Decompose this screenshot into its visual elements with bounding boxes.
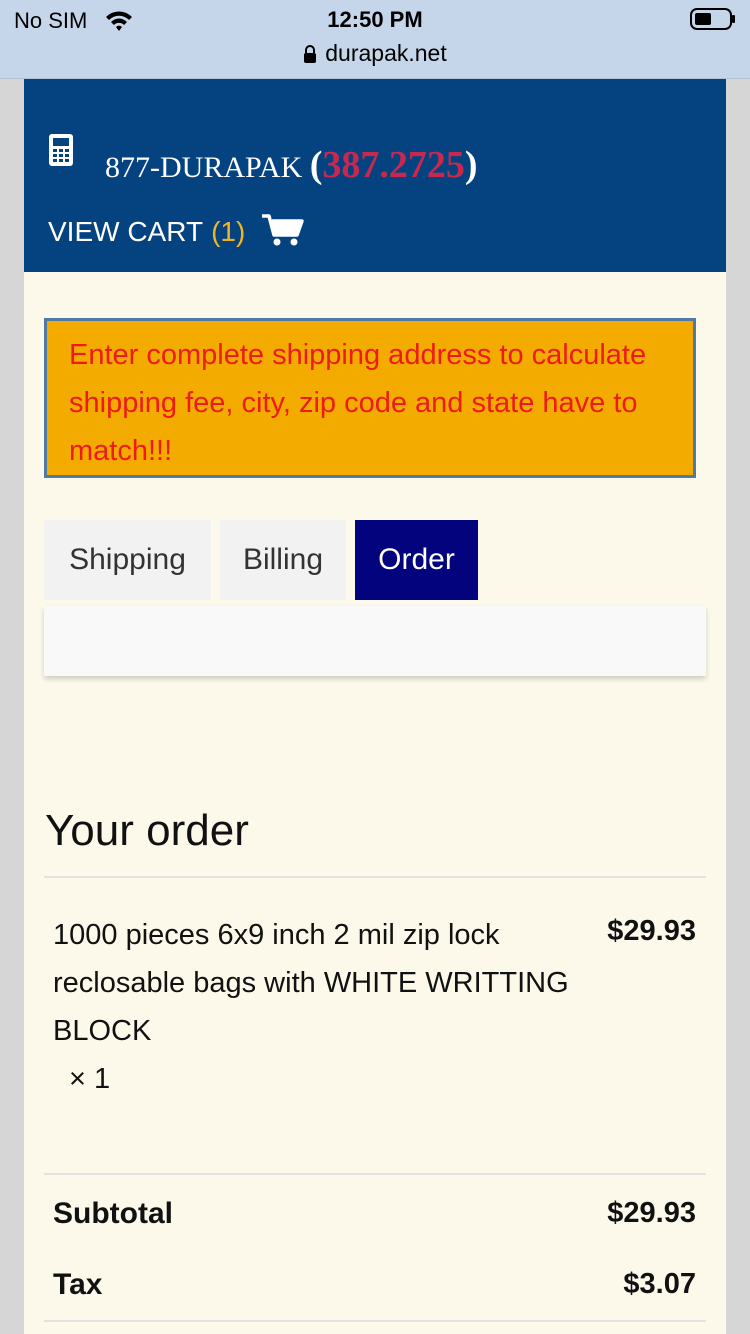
phone-number-link[interactable]: 877-DURAPAK (387.2725) <box>105 143 478 187</box>
page-content: 877-DURAPAK (387.2725) VIEW CART (1) Ente… <box>24 79 726 1334</box>
shipping-notice: Enter complete shipping address to calcu… <box>44 318 696 478</box>
phone-icon <box>49 134 73 166</box>
cart-icon <box>262 214 304 246</box>
phone-prefix: 877-DURAPAK <box>105 151 310 184</box>
cart-count: (1) <box>211 216 246 247</box>
clock-time: 12:50 PM <box>327 7 423 32</box>
view-cart-link[interactable]: VIEW CART (1) <box>48 213 305 248</box>
divider <box>44 1173 706 1175</box>
tax-value: $3.07 <box>623 1268 696 1300</box>
phone-paren-open: ( <box>309 144 323 186</box>
item-quantity: × 1 <box>69 1063 111 1095</box>
tax-label: Tax <box>53 1268 103 1301</box>
phone-digits: 387.2725 <box>322 144 465 186</box>
subtotal-label: Subtotal <box>53 1197 173 1230</box>
order-title: Your order <box>45 806 249 855</box>
site-header: 877-DURAPAK (387.2725) VIEW CART (1) <box>24 79 726 272</box>
phone-paren-close: ) <box>464 144 478 186</box>
subtotal-value: $29.93 <box>607 1197 696 1229</box>
browser-status-bar: No SIM 12:50 PM durapak.net <box>0 0 750 79</box>
divider <box>44 1320 706 1322</box>
tab-order[interactable]: Order <box>355 520 478 600</box>
lock-icon <box>304 45 317 63</box>
tab-billing[interactable]: Billing <box>220 520 346 600</box>
battery-icon <box>690 8 735 30</box>
divider <box>44 876 706 878</box>
order-item: 1000 pieces 6x9 inch 2 mil zip lock recl… <box>53 911 573 1103</box>
tab-shipping[interactable]: Shipping <box>44 520 211 600</box>
url-text: durapak.net <box>325 40 447 66</box>
view-cart-label: VIEW CART <box>48 216 204 247</box>
item-name: 1000 pieces 6x9 inch 2 mil zip lock recl… <box>53 919 569 1047</box>
address-bar[interactable]: durapak.net <box>0 40 750 67</box>
tab-panel <box>44 606 706 676</box>
item-price: $29.93 <box>607 915 696 947</box>
